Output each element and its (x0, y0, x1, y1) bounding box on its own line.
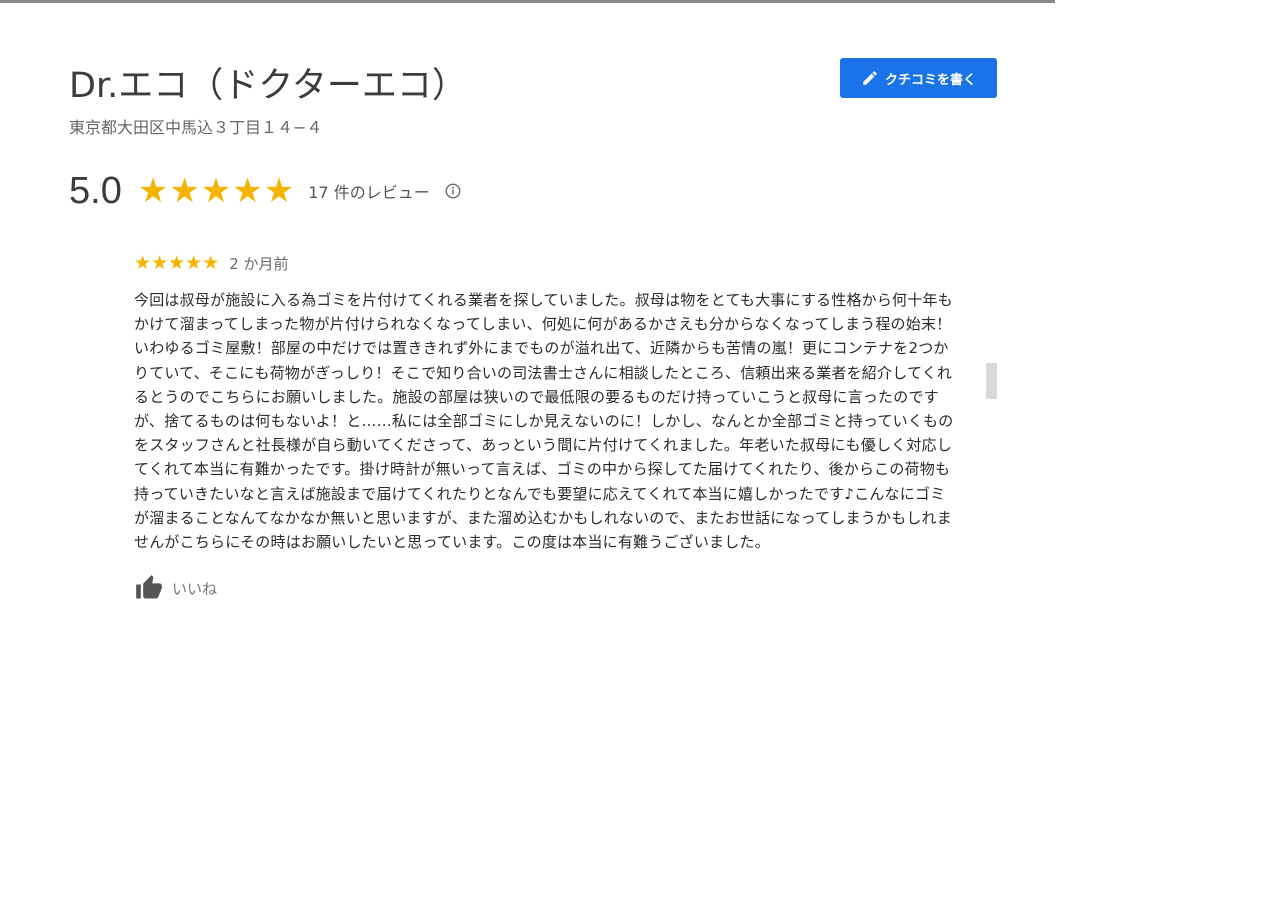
like-button[interactable]: いいね (134, 574, 217, 602)
scrollbar-thumb[interactable] (986, 363, 997, 399)
rating-stars: ★ ★ ★ ★ ★ (138, 174, 294, 208)
star-icon: ★ (200, 171, 232, 211)
business-name: Dr.エコ（ドクターエコ） (69, 66, 467, 106)
thumbs-up-icon (134, 574, 164, 602)
review-count[interactable]: 17 件のレビュー (308, 179, 429, 203)
write-review-button[interactable]: クチコミを書く (840, 58, 997, 98)
review-stars: ★ ★ ★ ★ ★ (134, 253, 219, 273)
star-icon: ★ (168, 252, 186, 274)
browser-top-edge (0, 0, 1055, 3)
star-icon: ★ (137, 171, 169, 211)
star-icon: ★ (169, 171, 200, 211)
info-icon[interactable] (444, 182, 462, 200)
write-review-label: クチコミを書く (884, 72, 976, 88)
rating-summary: 5.0 ★ ★ ★ ★ ★ 17 件のレビュー (69, 166, 462, 216)
review-meta: ★ ★ ★ ★ ★ 2 か月前 (134, 250, 954, 276)
review-actions: いいね (134, 574, 954, 602)
review-text: 今回は叔母が施設に入る為ゴミを片付けてくれる業者を探していました。叔母は物をとて… (134, 291, 954, 552)
review-card: ★ ★ ★ ★ ★ 2 か月前 今回は叔母が施設に入る為ゴミを片付けてくれる業者… (134, 250, 954, 602)
star-icon: ★ (151, 252, 169, 274)
star-icon: ★ (263, 171, 295, 211)
business-address: 東京都大田区中馬込３丁目１４−４ (69, 118, 323, 137)
star-icon: ★ (185, 252, 203, 274)
star-icon: ★ (202, 252, 220, 274)
star-icon: ★ (134, 252, 152, 274)
rating-value: 5.0 (69, 169, 122, 212)
pencil-icon (861, 69, 879, 87)
review-date: 2 か月前 (229, 254, 289, 273)
star-icon: ★ (232, 171, 263, 211)
like-label: いいね (172, 579, 218, 598)
